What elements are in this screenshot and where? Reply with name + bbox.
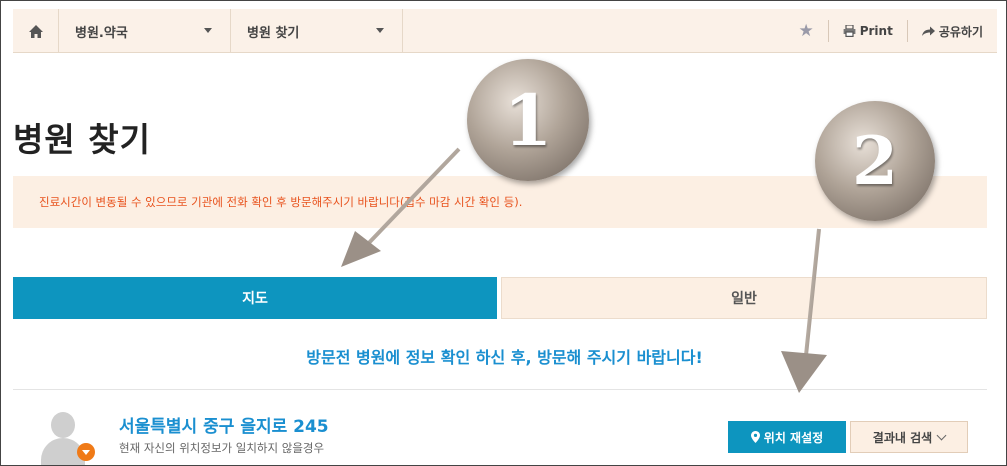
print-label: Print [859,24,893,38]
location-panel: 서울특별시 중구 을지로 245 현재 자신의 위치정보가 일치하지 않을경우 … [13,389,987,465]
reset-location-button[interactable]: 위치 재설정 [728,421,846,453]
page-title: 병원 찾기 [13,120,151,159]
divider [906,20,908,42]
chevron-down-icon [204,28,212,33]
annotation-marker-1: 1 [467,59,589,181]
category-dropdown-label: 병원.약국 [75,25,128,41]
category-dropdown[interactable]: 병원.약국 [59,9,231,53]
caret-down-icon [82,449,90,455]
tab-map-label: 지도 [242,291,268,307]
map-pin-icon [750,431,760,443]
search-within-results-button[interactable]: 결과내 검색 [850,421,968,453]
browser-frame: 병원.약국 병원 찾기 ★ Print 공유하기 병원 찾기 진료시간이 변동될… [0,0,1007,466]
annotation-marker-2: 2 [815,101,935,221]
print-button[interactable]: Print [837,24,899,38]
printer-icon [843,25,856,37]
subcategory-dropdown[interactable]: 병원 찾기 [231,9,403,53]
subcategory-dropdown-label: 병원 찾기 [247,25,300,41]
share-button[interactable]: 공유하기 [916,23,997,40]
avatar-dropdown-toggle[interactable] [77,443,95,461]
current-address: 서울특별시 중구 을지로 245 [119,417,329,437]
notice-text: 진료시간이 변동될 수 있으므로 기관에 전화 확인 후 방문해주시기 바랍니다… [39,195,523,209]
tab-general-label: 일반 [731,291,757,307]
home-icon [28,24,43,38]
home-button[interactable] [13,9,59,53]
star-icon[interactable]: ★ [792,21,819,41]
share-arrow-icon [921,26,935,36]
top-navbar: 병원.약국 병원 찾기 ★ Print 공유하기 [13,9,997,53]
chevron-down-icon [376,28,384,33]
nav-actions: ★ Print 공유하기 [792,9,997,53]
divider [827,20,829,42]
chevron-down-icon [936,430,947,440]
location-mismatch-hint: 현재 자신의 위치정보가 일치하지 않을경우 [119,441,325,455]
tab-general[interactable]: 일반 [501,277,987,319]
reset-location-label: 위치 재설정 [763,430,824,445]
visit-notice-heading: 방문전 병원에 정보 확인 하신 후, 방문해 주시기 바랍니다! [306,348,703,367]
search-within-results-label: 결과내 검색 [872,430,933,445]
tab-map[interactable]: 지도 [13,277,497,319]
share-label: 공유하기 [938,24,983,39]
